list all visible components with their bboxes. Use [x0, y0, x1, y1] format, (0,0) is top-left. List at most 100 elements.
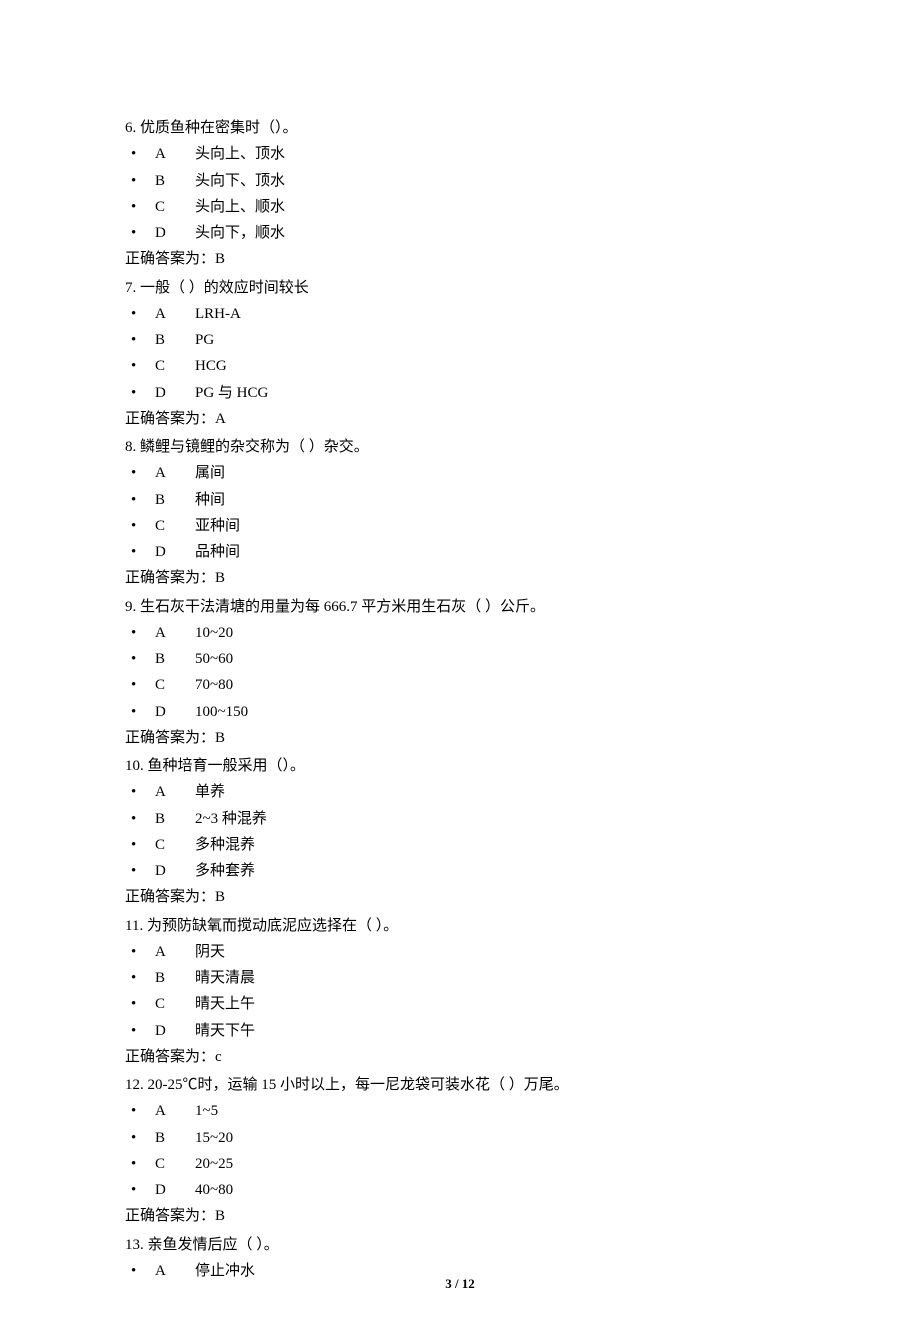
page-number: 3 / 12 — [0, 1273, 920, 1296]
answer-label: 正确答案为： — [125, 889, 215, 905]
option-letter: D — [155, 220, 195, 246]
bullet-icon: • — [125, 779, 155, 805]
option-line: •A单养 — [125, 779, 795, 805]
option-letter: A — [155, 141, 195, 167]
answer-line: 正确答案为：B — [125, 565, 795, 591]
option-text: 属间 — [195, 460, 795, 486]
question-block: 12. 20-25℃时，运输 15 小时以上，每一尼龙袋可装水花（ ）万尾。•A… — [125, 1072, 795, 1230]
option-text: HCG — [195, 353, 795, 379]
option-line: •A1~5 — [125, 1098, 795, 1124]
option-line: •B晴天清晨 — [125, 965, 795, 991]
question-block: 7. 一般（ ）的效应时间较长•ALRH-A•BPG•CHCG•DPG 与 HC… — [125, 275, 795, 433]
option-text: 头向上、顶水 — [195, 141, 795, 167]
option-line: •CHCG — [125, 353, 795, 379]
option-line: •C晴天上午 — [125, 991, 795, 1017]
question-text: 6. 优质鱼种在密集时（）。 — [125, 115, 795, 141]
option-text: 亚种间 — [195, 513, 795, 539]
bullet-icon: • — [125, 487, 155, 513]
answer-line: 正确答案为：B — [125, 246, 795, 272]
question-body: 生石灰干法清塘的用量为每 666.7 平方米用生石灰（ ）公斤。 — [136, 599, 545, 615]
bullet-icon: • — [125, 965, 155, 991]
question-number: 9. — [125, 599, 136, 615]
answer-value: B — [215, 730, 225, 746]
option-line: •D品种间 — [125, 539, 795, 565]
question-body: 为预防缺氧而搅动底泥应选择在（ ）。 — [143, 918, 398, 934]
question-body: 优质鱼种在密集时（）。 — [136, 120, 297, 136]
option-text: 50~60 — [195, 646, 795, 672]
bullet-icon: • — [125, 1098, 155, 1124]
question-body: 鳞鲤与镜鲤的杂交称为（ ）杂交。 — [140, 439, 369, 455]
answer-label: 正确答案为： — [125, 411, 215, 427]
option-letter: D — [155, 858, 195, 884]
option-text: 种间 — [195, 487, 795, 513]
option-text: 头向下、顶水 — [195, 168, 795, 194]
option-line: •BPG — [125, 327, 795, 353]
option-letter: D — [155, 1177, 195, 1203]
option-text: 多种套养 — [195, 858, 795, 884]
option-letter: A — [155, 620, 195, 646]
bullet-icon: • — [125, 513, 155, 539]
answer-line: 正确答案为：A — [125, 406, 795, 432]
question-block: 9. 生石灰干法清塘的用量为每 666.7 平方米用生石灰（ ）公斤。•A10~… — [125, 594, 795, 752]
option-letter: A — [155, 779, 195, 805]
option-text: 40~80 — [195, 1177, 795, 1203]
option-text: 100~150 — [195, 699, 795, 725]
option-text: 20~25 — [195, 1151, 795, 1177]
option-line: •D多种套养 — [125, 858, 795, 884]
option-letter: B — [155, 327, 195, 353]
question-block: 10. 鱼种培育一般采用（）。•A单养•B2~3 种混养•C多种混养•D多种套养… — [125, 753, 795, 911]
question-text: 7. 一般（ ）的效应时间较长 — [125, 275, 795, 301]
answer-line: 正确答案为：B — [125, 725, 795, 751]
option-letter: A — [155, 301, 195, 327]
option-line: •C头向上、顺水 — [125, 194, 795, 220]
bullet-icon: • — [125, 1151, 155, 1177]
question-text: 9. 生石灰干法清塘的用量为每 666.7 平方米用生石灰（ ）公斤。 — [125, 594, 795, 620]
option-letter: C — [155, 194, 195, 220]
question-number: 7. — [125, 280, 140, 296]
answer-value: c — [215, 1049, 222, 1065]
option-line: •B头向下、顶水 — [125, 168, 795, 194]
option-letter: A — [155, 1098, 195, 1124]
option-line: •DPG 与 HCG — [125, 380, 795, 406]
bullet-icon: • — [125, 832, 155, 858]
option-text: 15~20 — [195, 1125, 795, 1151]
option-text: PG 与 HCG — [195, 380, 795, 406]
option-text: 晴天清晨 — [195, 965, 795, 991]
option-text: 晴天上午 — [195, 991, 795, 1017]
answer-line: 正确答案为：B — [125, 884, 795, 910]
option-line: •A头向上、顶水 — [125, 141, 795, 167]
option-letter: A — [155, 460, 195, 486]
bullet-icon: • — [125, 1125, 155, 1151]
option-line: •C多种混养 — [125, 832, 795, 858]
question-text: 10. 鱼种培育一般采用（）。 — [125, 753, 795, 779]
bullet-icon: • — [125, 327, 155, 353]
question-number: 10. — [125, 758, 144, 774]
option-line: •D头向下，顺水 — [125, 220, 795, 246]
option-letter: B — [155, 646, 195, 672]
bullet-icon: • — [125, 646, 155, 672]
bullet-icon: • — [125, 672, 155, 698]
bullet-icon: • — [125, 620, 155, 646]
bullet-icon: • — [125, 194, 155, 220]
option-text: 多种混养 — [195, 832, 795, 858]
option-line: •C亚种间 — [125, 513, 795, 539]
question-number: 6. — [125, 120, 136, 136]
option-letter: A — [155, 939, 195, 965]
option-letter: B — [155, 806, 195, 832]
question-text: 13. 亲鱼发情后应（ ）。 — [125, 1232, 795, 1258]
option-line: •A10~20 — [125, 620, 795, 646]
option-line: •B15~20 — [125, 1125, 795, 1151]
option-text: PG — [195, 327, 795, 353]
option-letter: C — [155, 513, 195, 539]
option-text: 10~20 — [195, 620, 795, 646]
option-letter: C — [155, 991, 195, 1017]
option-text: LRH-A — [195, 301, 795, 327]
question-text: 8. 鳞鲤与镜鲤的杂交称为（ ）杂交。 — [125, 434, 795, 460]
bullet-icon: • — [125, 301, 155, 327]
answer-value: B — [215, 1208, 225, 1224]
answer-value: B — [215, 570, 225, 586]
option-text: 70~80 — [195, 672, 795, 698]
bullet-icon: • — [125, 699, 155, 725]
bullet-icon: • — [125, 539, 155, 565]
option-letter: B — [155, 487, 195, 513]
